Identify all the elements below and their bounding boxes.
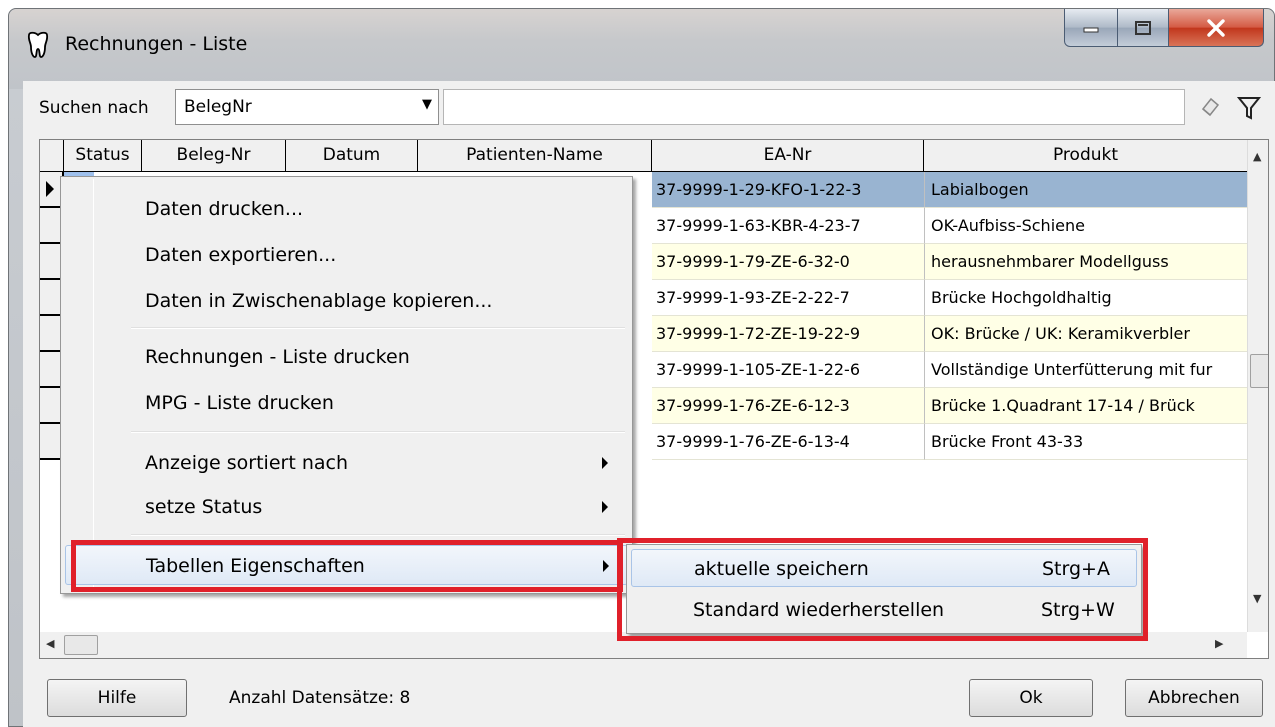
ok-button[interactable]: Ok (969, 679, 1093, 717)
cell-ea-nr[interactable]: 37-9999-1-76-ZE-6-13-4 (652, 424, 924, 460)
context-menu: Daten drucken... Daten exportieren... Da… (60, 176, 633, 594)
search-bar: Suchen nach BelegNr ▼ (23, 81, 1275, 141)
horizontal-scroll-thumb[interactable] (64, 635, 98, 655)
search-label: Suchen nach (39, 98, 149, 118)
record-count: Anzahl Datensätze: 8 (229, 688, 411, 708)
cell-ea-nr[interactable]: 37-9999-1-72-ZE-19-22-9 (652, 316, 924, 352)
tooth-icon (27, 31, 49, 58)
cell-produkt[interactable]: Brücke Hochgoldhaltig (924, 280, 1247, 316)
table-header: Status Beleg-Nr Datum Patienten-Name EA-… (40, 140, 1247, 172)
close-button[interactable] (1168, 9, 1264, 47)
eraser-icon[interactable] (1198, 95, 1222, 119)
minimize-button[interactable] (1064, 9, 1118, 47)
menu-item-label: Anzeige sortiert nach (145, 452, 348, 474)
submenu-arrow-icon (602, 457, 608, 469)
scroll-up-icon[interactable]: ▲ (1253, 150, 1261, 163)
highlight-box-submenu (617, 538, 1148, 641)
menu-item-rechnungen-liste-drucken[interactable]: Rechnungen - Liste drucken (65, 337, 628, 377)
search-field-value: BelegNr (184, 97, 252, 117)
cell-ea-nr[interactable]: 37-9999-1-76-ZE-6-12-3 (652, 388, 924, 424)
minimize-icon (1083, 27, 1099, 32)
cell-produkt[interactable]: OK-Aufbiss-Schiene (924, 208, 1247, 244)
cell-produkt[interactable]: herausnehmbarer Modellguss (924, 244, 1247, 280)
maximize-icon (1135, 20, 1151, 35)
help-button[interactable]: Hilfe (47, 679, 187, 717)
menu-item-label: MPG - Liste drucken (145, 392, 334, 414)
chevron-down-icon: ▼ (422, 97, 432, 112)
submenu-arrow-icon (602, 501, 608, 513)
menu-item-label: Rechnungen - Liste drucken (145, 346, 410, 368)
cancel-button[interactable]: Abbrechen (1125, 679, 1263, 717)
search-input[interactable] (443, 89, 1185, 125)
menu-item-label: setze Status (145, 496, 263, 518)
cell-produkt[interactable]: Brücke 1.Quadrant 17-14 / Brück (924, 388, 1247, 424)
cell-produkt[interactable]: Labialbogen (924, 172, 1247, 208)
highlight-box-menu-item (71, 540, 623, 592)
scroll-down-icon[interactable]: ▼ (1253, 592, 1261, 605)
title-bar[interactable]: Rechnungen - Liste (9, 9, 1274, 89)
column-header-patienten-name[interactable]: Patienten-Name (418, 140, 652, 171)
menu-item-label: Daten exportieren... (145, 244, 337, 266)
menu-item-daten-drucken[interactable]: Daten drucken... (65, 189, 628, 229)
column-header-datum[interactable]: Datum (286, 140, 418, 171)
maximize-button[interactable] (1117, 9, 1169, 47)
scroll-right-icon[interactable]: ▶ (1215, 637, 1223, 650)
column-header-status[interactable]: Status (64, 140, 142, 171)
scroll-left-icon[interactable]: ◀ (46, 637, 54, 650)
filter-icon[interactable] (1237, 95, 1261, 121)
column-header-produkt[interactable]: Produkt (924, 140, 1247, 171)
search-field-select[interactable]: BelegNr ▼ (175, 89, 439, 125)
menu-item-daten-exportieren[interactable]: Daten exportieren... (65, 235, 628, 275)
cell-ea-nr[interactable]: 37-9999-1-93-ZE-2-22-7 (652, 280, 924, 316)
menu-separator (131, 327, 625, 329)
menu-item-label: Daten in Zwischenablage kopieren... (145, 290, 493, 312)
menu-item-anzeige-sortiert-nach[interactable]: Anzeige sortiert nach (65, 443, 628, 483)
cell-ea-nr[interactable]: 37-9999-1-79-ZE-6-32-0 (652, 244, 924, 280)
menu-item-zwischenablage-kopieren[interactable]: Daten in Zwischenablage kopieren... (65, 281, 628, 321)
cell-produkt[interactable]: Brücke Front 43-33 (924, 424, 1247, 460)
menu-item-label: Daten drucken... (145, 198, 304, 220)
menu-item-mpg-liste-drucken[interactable]: MPG - Liste drucken (65, 383, 628, 423)
cell-ea-nr[interactable]: 37-9999-1-63-KBR-4-23-7 (652, 208, 924, 244)
cell-produkt[interactable]: Vollständige Unterfütterung mit fur (924, 352, 1247, 388)
menu-separator (131, 431, 625, 433)
menu-separator (131, 534, 625, 536)
column-header-ea-nr[interactable]: EA-Nr (652, 140, 924, 171)
menu-item-setze-status[interactable]: setze Status (65, 487, 628, 527)
vertical-scrollbar[interactable]: ▲ ▼ (1247, 140, 1268, 632)
column-header-beleg-nr[interactable]: Beleg-Nr (142, 140, 286, 171)
cell-produkt[interactable]: OK: Brücke / UK: Keramikverbler (924, 316, 1247, 352)
header-corner (40, 140, 64, 171)
cell-ea-nr[interactable]: 37-9999-1-29-KFO-1-22-3 (652, 172, 924, 208)
window-title: Rechnungen - Liste (65, 33, 248, 55)
close-icon (1207, 18, 1225, 37)
cell-ea-nr[interactable]: 37-9999-1-105-ZE-1-22-6 (652, 352, 924, 388)
vertical-scroll-thumb[interactable] (1250, 354, 1268, 388)
